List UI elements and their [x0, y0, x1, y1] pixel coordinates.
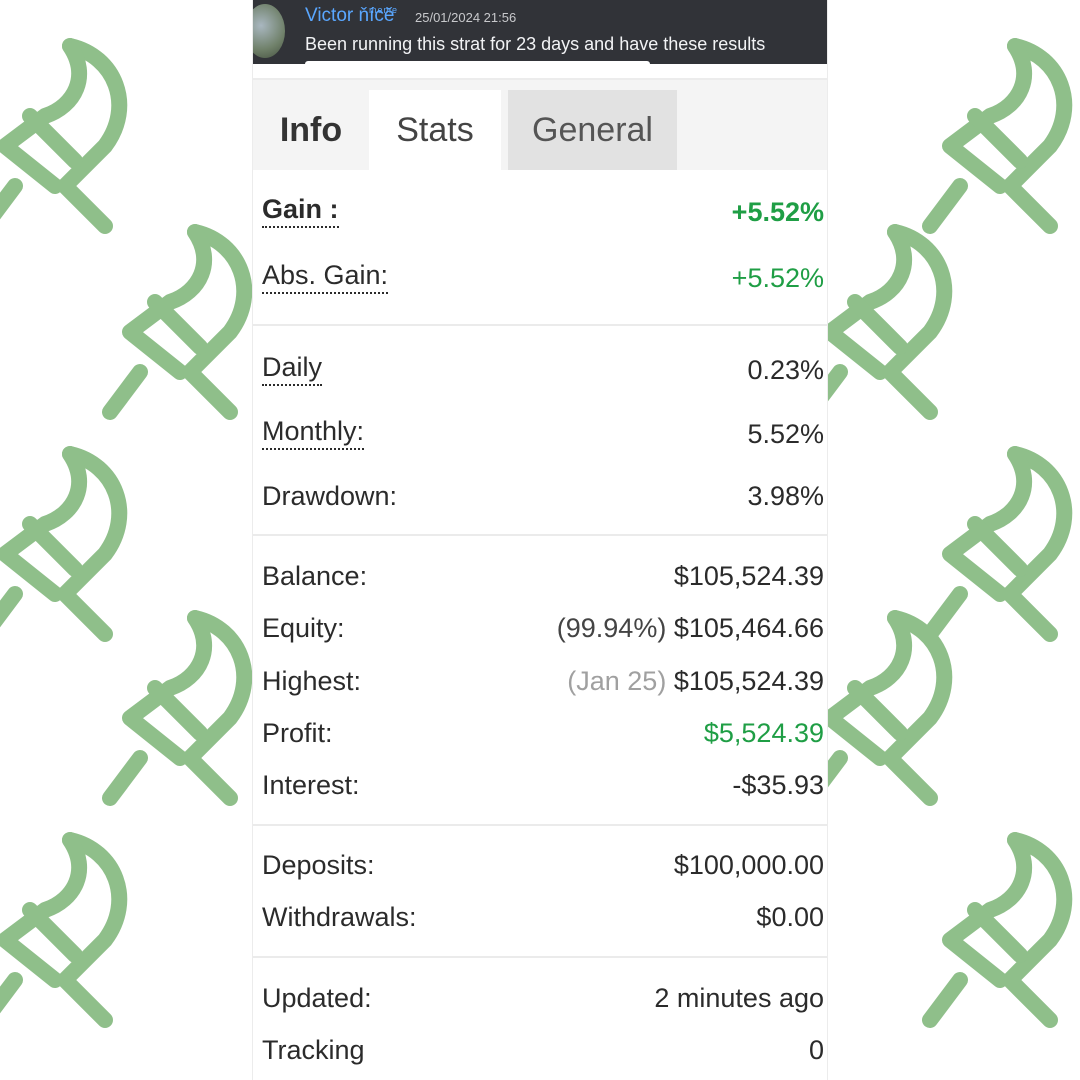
chat-message: Victor ňícě meme 25/01/2024 21:56 Been r… — [253, 0, 827, 67]
drawdown-row: Drawdown: 3.98% — [262, 476, 824, 516]
deposits-label: Deposits: — [262, 850, 375, 880]
daily-row: Daily 0.23% — [262, 350, 824, 390]
divider — [253, 64, 827, 80]
updated-value: 2 minutes ago — [654, 983, 824, 1013]
monthly-row: Monthly: 5.52% — [262, 414, 824, 454]
divider — [253, 956, 827, 958]
equity-label: Equity: — [262, 613, 345, 643]
stats-panel: Victor ňícě meme 25/01/2024 21:56 Been r… — [253, 0, 827, 1080]
brand-logo-icon — [800, 608, 1000, 808]
balance-row: Balance: $105,524.39 — [262, 556, 824, 596]
tab-stats[interactable]: Stats — [369, 90, 501, 170]
gain-value: +5.52% — [731, 197, 824, 227]
updated-row: Updated: 2 minutes ago — [262, 978, 824, 1018]
interest-value: -$35.93 — [732, 770, 824, 800]
profit-value: $5,524.39 — [703, 718, 824, 748]
brand-logo-icon — [0, 830, 175, 1030]
withdrawals-row: Withdrawals: $0.00 — [262, 897, 824, 937]
withdrawals-value: $0.00 — [756, 902, 824, 932]
drawdown-label: Drawdown: — [262, 481, 398, 511]
updated-label: Updated: — [262, 983, 372, 1013]
deposits-row: Deposits: $100,000.00 — [262, 845, 824, 885]
avatar[interactable] — [253, 4, 285, 58]
brand-logo-icon — [920, 36, 1080, 236]
gain-label[interactable]: Gain : — [262, 192, 339, 228]
profit-row: Profit: $5,524.39 — [262, 713, 824, 753]
tracking-value: 0 — [808, 1035, 824, 1065]
equity-percent: (99.94%) — [556, 613, 667, 643]
interest-label: Interest: — [262, 770, 360, 800]
highest-value: $105,524.39 — [673, 666, 824, 696]
balance-value: $105,524.39 — [673, 561, 824, 591]
message-timestamp: 25/01/2024 21:56 — [415, 10, 517, 25]
tab-info[interactable]: Info — [253, 90, 369, 170]
tracking-row: Tracking 0 — [262, 1030, 824, 1070]
tracking-label: Tracking — [262, 1035, 365, 1065]
brand-logo-icon — [800, 222, 1000, 422]
divider — [253, 824, 827, 826]
message-text: Been running this strat for 23 days and … — [305, 34, 766, 54]
abs-gain-value: +5.52% — [731, 263, 824, 293]
balance-label: Balance: — [262, 561, 368, 591]
highest-label: Highest: — [262, 666, 362, 696]
daily-value: 0.23% — [747, 355, 824, 385]
brand-logo-icon — [0, 36, 175, 236]
drawdown-value: 3.98% — [747, 481, 824, 511]
monthly-value: 5.52% — [747, 419, 824, 449]
gain-row: Gain : +5.52% — [262, 192, 824, 232]
equity-row: Equity: (99.94%) $105,464.66 — [262, 608, 824, 648]
interest-row: Interest: -$35.93 — [262, 765, 824, 805]
equity-value: $105,464.66 — [673, 613, 824, 643]
brand-logo-icon — [920, 830, 1080, 1030]
abs-gain-row: Abs. Gain: +5.52% — [262, 258, 824, 298]
divider — [253, 534, 827, 536]
user-badge: meme — [369, 5, 399, 15]
monthly-label[interactable]: Monthly: — [262, 414, 365, 450]
highest-date: (Jan 25) — [567, 666, 667, 696]
deposits-value: $100,000.00 — [673, 850, 824, 880]
highest-value-group: (Jan 25) $105,524.39 — [567, 661, 824, 701]
abs-gain-label[interactable]: Abs. Gain: — [262, 258, 389, 294]
equity-value-group: (99.94%) $105,464.66 — [557, 608, 824, 648]
tab-general[interactable]: General — [508, 90, 677, 170]
divider — [253, 324, 827, 326]
highest-row: Highest: (Jan 25) $105,524.39 — [262, 661, 824, 701]
daily-label[interactable]: Daily — [262, 350, 323, 386]
profit-label: Profit: — [262, 718, 333, 748]
withdrawals-label: Withdrawals: — [262, 902, 417, 932]
tab-bar: Info Stats General — [253, 80, 827, 170]
